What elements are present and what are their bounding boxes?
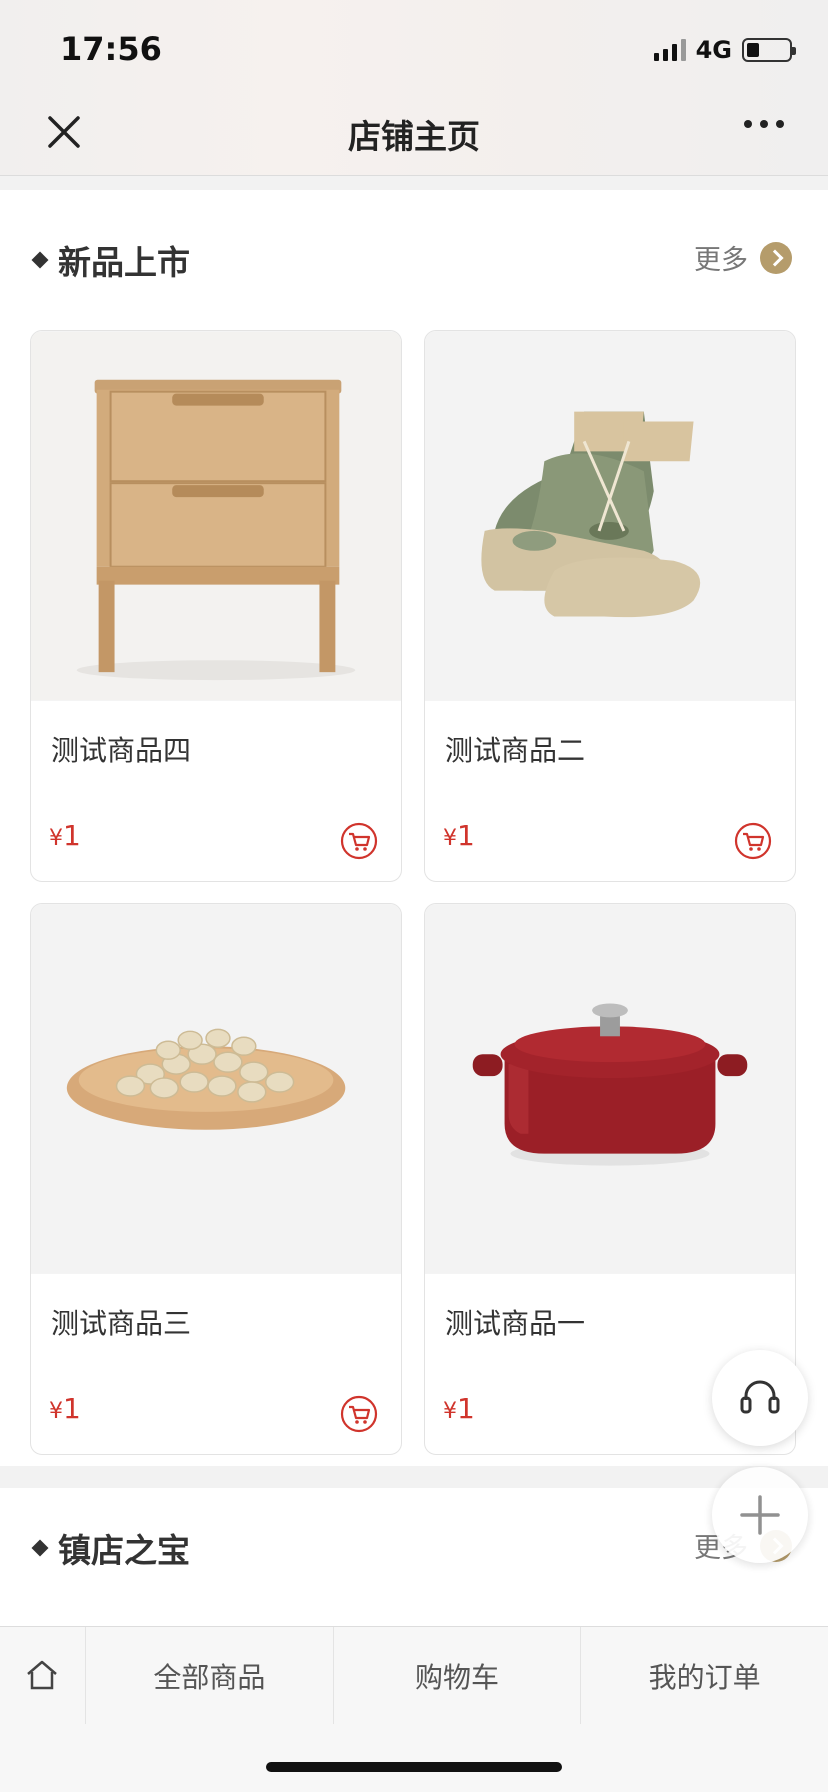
- home-indicator[interactable]: [266, 1762, 562, 1772]
- add-button[interactable]: [712, 1467, 808, 1563]
- product-name: 测试商品二: [445, 734, 586, 767]
- tab-my-orders[interactable]: 我的订单: [581, 1627, 828, 1724]
- section-title: 镇店之宝: [31, 1524, 792, 1572]
- section-header: 新品上市 更多: [31, 236, 792, 284]
- more-options-icon[interactable]: [744, 120, 784, 128]
- tab-home[interactable]: [0, 1627, 86, 1724]
- more-button[interactable]: 更多: [694, 238, 792, 277]
- product-name: 测试商品一: [445, 1307, 586, 1340]
- product-image-pistachios: [31, 904, 401, 1274]
- headset-icon: [740, 1380, 780, 1414]
- plus-icon: [740, 1495, 780, 1535]
- add-to-cart-icon[interactable]: [339, 821, 379, 861]
- diamond-bullet-icon: [31, 251, 49, 269]
- battery-icon: [742, 38, 796, 62]
- tab-all-products[interactable]: 全部商品: [86, 1627, 334, 1724]
- product-price: ¥1: [443, 819, 475, 852]
- product-image-pot: [425, 904, 795, 1274]
- product-card[interactable]: 测试商品三 ¥1: [30, 903, 402, 1455]
- product-price: ¥1: [443, 1392, 475, 1425]
- product-image-nightstand: [31, 331, 401, 701]
- top-bar: 17:56 4G 店铺主页: [0, 0, 828, 176]
- section-title-text: 镇店之宝: [58, 1531, 190, 1570]
- section-header: 镇店之宝 更多: [31, 1524, 792, 1572]
- customer-service-button[interactable]: [712, 1350, 808, 1446]
- section-title: 新品上市: [31, 236, 792, 284]
- add-to-cart-icon[interactable]: [339, 1394, 379, 1434]
- signal-icon: [653, 39, 686, 61]
- product-image-boots: [425, 331, 795, 701]
- more-label: 更多: [694, 245, 748, 276]
- home-icon: [27, 1660, 57, 1690]
- product-price: ¥1: [49, 1392, 81, 1425]
- product-card[interactable]: 测试商品二 ¥1: [424, 330, 796, 882]
- page-title: 店铺主页: [348, 117, 480, 156]
- treasures-section: 镇店之宝 更多: [0, 1488, 828, 1628]
- network-label: 4G: [695, 36, 732, 64]
- section-title-text: 新品上市: [58, 243, 190, 282]
- safe-area: [0, 1724, 828, 1792]
- bottom-tab-bar: 全部商品 购物车 我的订单: [0, 1626, 828, 1724]
- diamond-bullet-icon: [31, 1539, 49, 1557]
- product-price: ¥1: [49, 819, 81, 852]
- status-indicators: 4G: [653, 36, 796, 64]
- product-name: 测试商品三: [51, 1307, 192, 1340]
- status-time: 17:56: [60, 30, 162, 68]
- product-card[interactable]: 测试商品四 ¥1: [30, 330, 402, 882]
- chevron-right-icon: [760, 241, 792, 274]
- add-to-cart-icon[interactable]: [733, 821, 773, 861]
- product-name: 测试商品四: [51, 734, 192, 767]
- new-arrivals-section: 新品上市 更多 测试商品四 ¥1 测试商品二 ¥1 测试商品三 ¥1 测试商品一…: [0, 190, 828, 1466]
- tab-cart[interactable]: 购物车: [334, 1627, 582, 1724]
